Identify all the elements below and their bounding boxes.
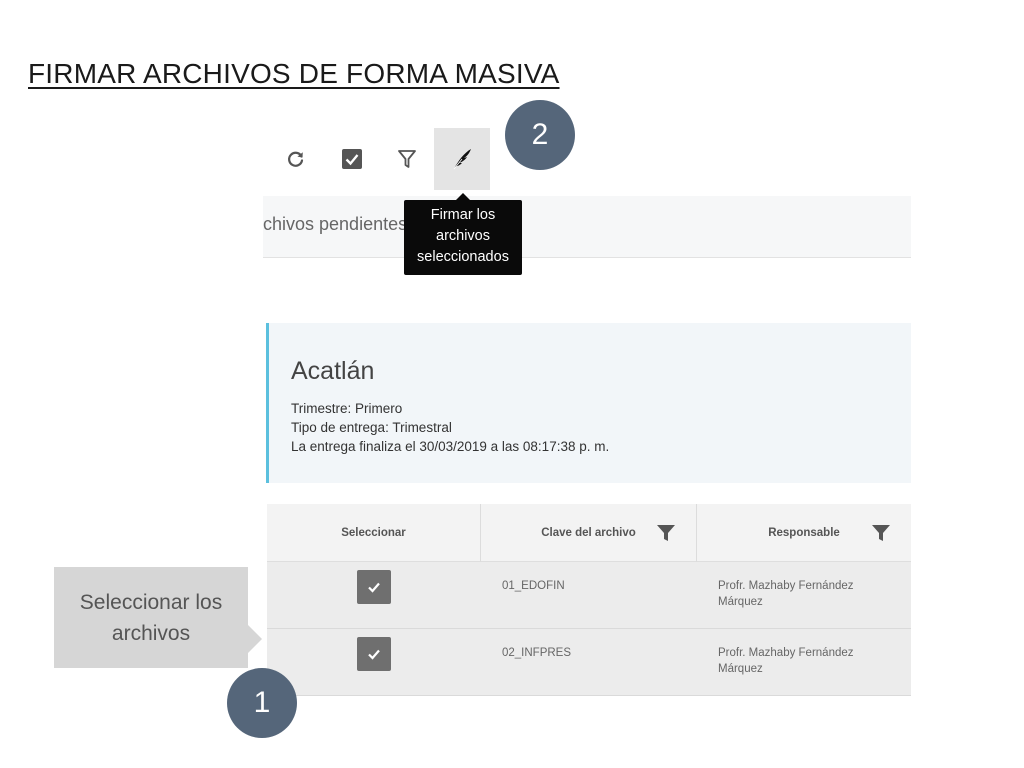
refresh-button[interactable]: [268, 128, 324, 190]
files-table: Seleccionar Clave del archivo Responsabl…: [267, 504, 911, 696]
sign-files-button[interactable]: [434, 128, 490, 190]
table-row[interactable]: 01_EDOFIN Profr. Mazhaby Fernández Márqu…: [267, 562, 911, 629]
filter-icon: [398, 150, 416, 168]
column-filter-icon[interactable]: [871, 523, 891, 543]
tooltip-line: seleccionados: [417, 249, 509, 265]
responsable-cell: Profr. Mazhaby Fernández Márquez: [718, 578, 893, 610]
table-row[interactable]: 02_INFPRES Profr. Mazhaby Fernández Márq…: [267, 629, 911, 696]
responsable-line: Profr. Mazhaby Fernández: [718, 580, 854, 592]
subheader-title: chivos pendientes: [263, 214, 408, 234]
feather-sign-icon: [453, 149, 471, 170]
callout-line: archivos: [111, 621, 191, 645]
delivery-info-card: Acatlán Trimestre: Primero Tipo de entre…: [266, 323, 911, 483]
tooltip-line: Firmar los: [430, 207, 496, 223]
checkbox-icon: [342, 149, 362, 169]
column-header-responsable[interactable]: Responsable: [696, 504, 911, 562]
clave-cell: 01_EDOFIN: [502, 580, 565, 592]
check-icon: [368, 649, 380, 660]
refresh-icon: [288, 151, 304, 167]
trimestre-text: Trimestre: Primero: [291, 401, 403, 416]
table-header: Seleccionar Clave del archivo Responsabl…: [267, 504, 911, 562]
column-header-label: Clave del archivo: [541, 527, 636, 539]
check-icon: [368, 582, 380, 593]
responsable-line: Márquez: [718, 663, 763, 675]
clave-cell: 02_INFPRES: [502, 647, 572, 659]
column-header-seleccionar[interactable]: Seleccionar: [267, 504, 480, 562]
toolbar: [263, 128, 911, 194]
column-filter-icon[interactable]: [656, 523, 676, 543]
step-1-badge: 1: [227, 668, 297, 738]
tipo-entrega-text: Tipo de entrega: Trimestral: [291, 420, 452, 435]
step-2-badge: 2: [505, 100, 575, 170]
select-all-button[interactable]: [324, 128, 380, 190]
row-select-checkbox[interactable]: [357, 570, 391, 604]
tooltip-line: archivos: [436, 228, 490, 244]
app-screenshot: chivos pendientes Acatlán Trimestre: Pri…: [263, 128, 911, 696]
responsable-cell: Profr. Mazhaby Fernández Márquez: [718, 645, 893, 677]
column-header-clave[interactable]: Clave del archivo: [480, 504, 696, 562]
responsable-line: Márquez: [718, 596, 763, 608]
slide-title: FIRMAR ARCHIVOS DE FORMA MASIVA: [28, 58, 560, 89]
sign-tooltip: Firmar los archivos seleccionados: [404, 193, 522, 275]
column-header-label: Seleccionar: [341, 527, 406, 539]
campus-title: Acatlán: [291, 357, 375, 385]
select-files-callout: Seleccionar los archivos: [54, 567, 262, 668]
responsable-line: Profr. Mazhaby Fernández: [718, 647, 854, 659]
subheader: chivos pendientes: [263, 196, 911, 258]
row-select-checkbox[interactable]: [357, 637, 391, 671]
filter-button[interactable]: [379, 128, 435, 190]
column-header-label: Responsable: [768, 527, 840, 539]
deadline-text: La entrega finaliza el 30/03/2019 a las …: [291, 439, 610, 454]
callout-line: Seleccionar los: [79, 590, 223, 614]
